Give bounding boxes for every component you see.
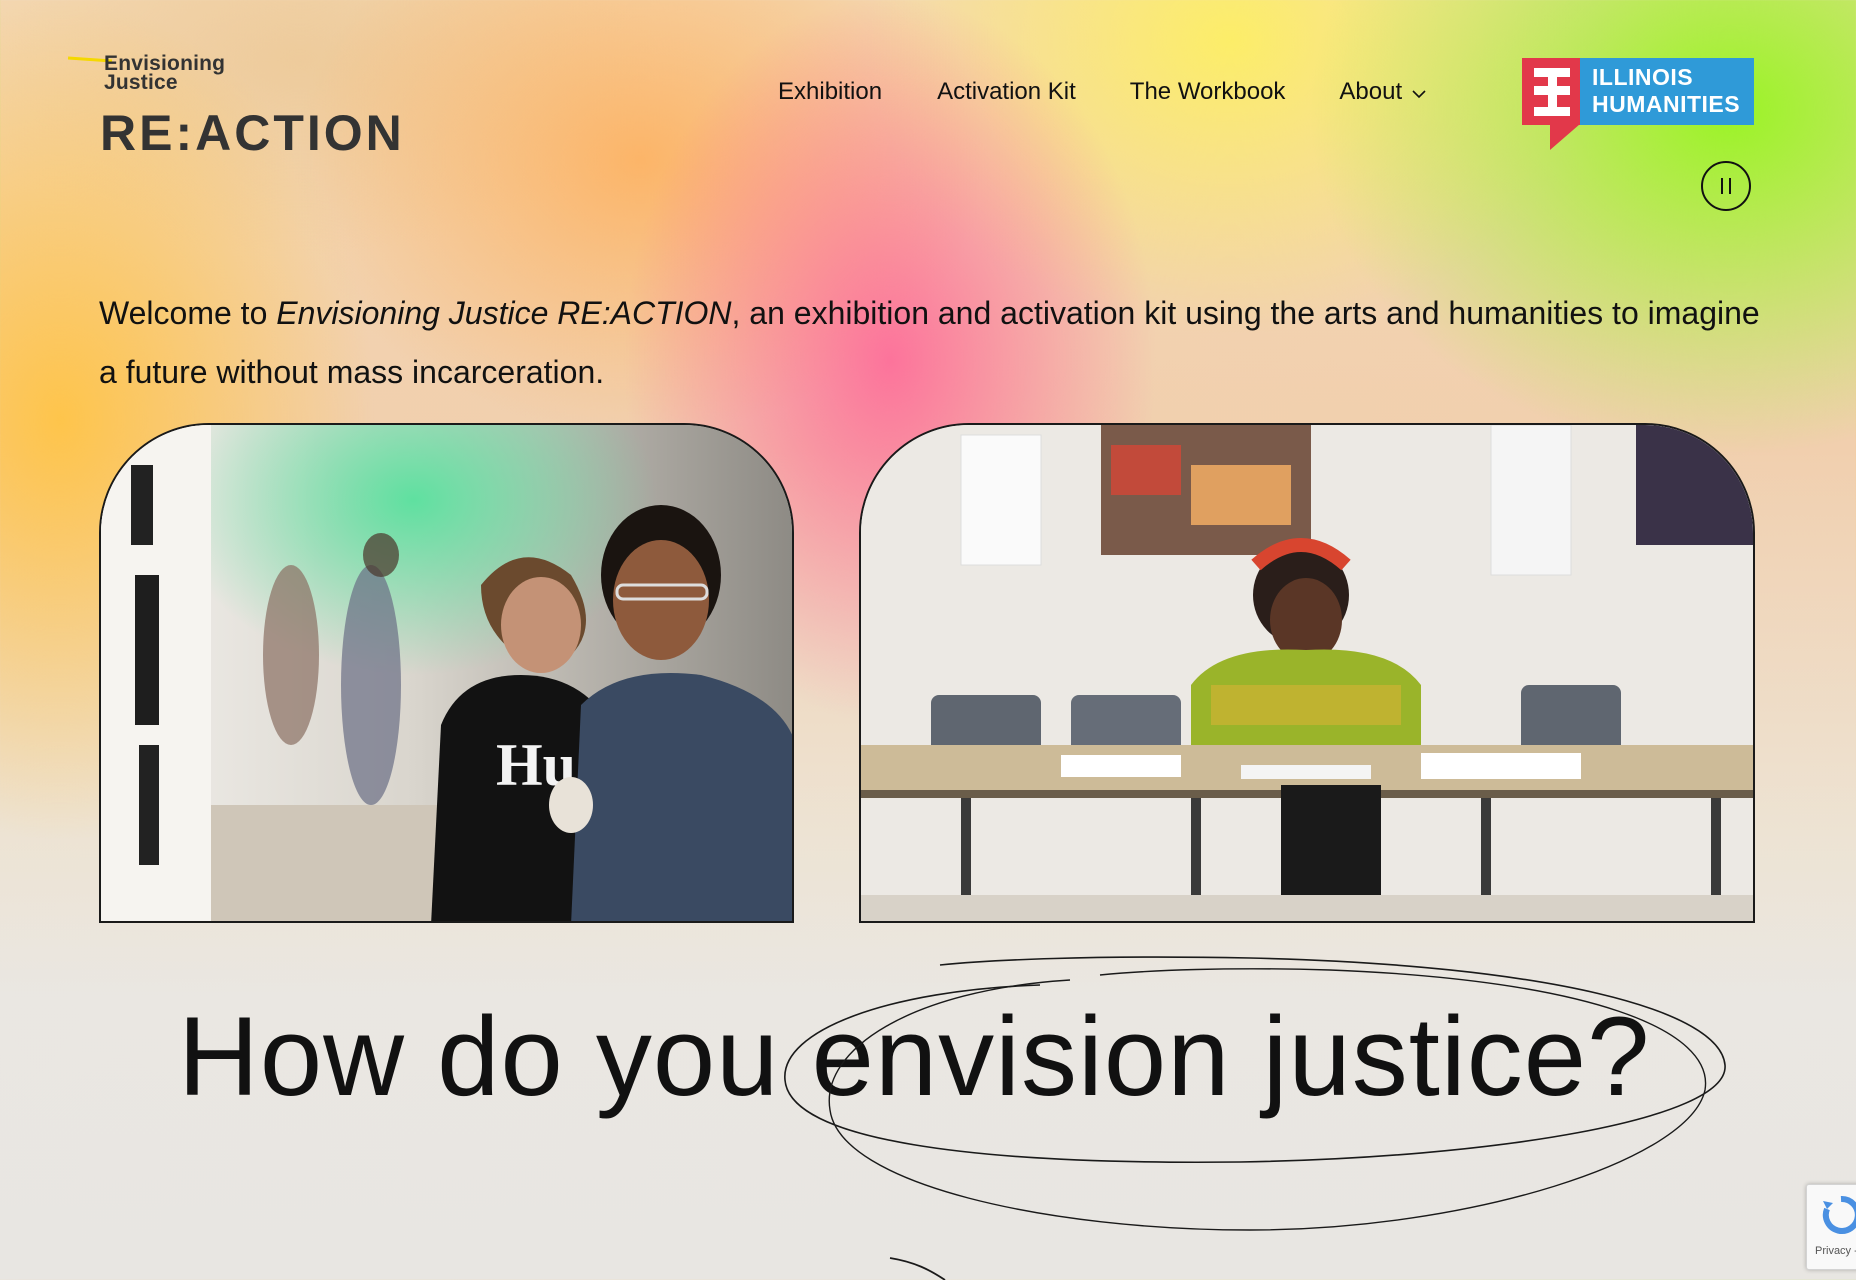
chevron-down-icon (1412, 78, 1426, 106)
photo-illustration (861, 425, 1753, 921)
pause-icon (1721, 178, 1731, 194)
recaptcha-icon (1822, 1195, 1856, 1234)
recaptcha-privacy-label: Privacy - (1815, 1245, 1856, 1257)
nav-activation-kit[interactable]: Activation Kit (937, 78, 1076, 106)
illinois-humanities-logo[interactable]: ILLINOIS HUMANITIES (1522, 58, 1754, 154)
logo-red-tail (1550, 124, 1580, 150)
site-logo[interactable]: Envisioning Justice RE:ACTION (67, 52, 440, 162)
logo-text-humanities: HUMANITIES (1592, 91, 1741, 117)
recaptcha-badge[interactable]: Privacy - (1806, 1184, 1856, 1270)
main-nav: Exhibition Activation Kit The Workbook A… (778, 74, 1426, 110)
logo-text: ILLINOIS HUMANITIES (1592, 64, 1740, 118)
humanities-h-icon (1534, 68, 1570, 116)
workshop-participant-photo (859, 423, 1755, 923)
intro-prefix: Welcome to (99, 295, 277, 331)
nav-exhibition[interactable]: Exhibition (778, 78, 882, 106)
photo-illustration: Hu (101, 425, 792, 921)
logo-reaction: RE:ACTION (100, 105, 405, 161)
intro-title: Envisioning Justice RE:ACTION (276, 295, 732, 331)
nav-about-label: About (1339, 78, 1403, 105)
nav-about[interactable]: About (1339, 78, 1426, 106)
logo-line-justice: Justice (104, 71, 178, 94)
intro-paragraph: Welcome to Envisioning Justice RE:ACTION… (99, 284, 1779, 402)
headline: How do you envision justice? (178, 994, 1651, 1119)
exhibition-visitors-photo: Hu (99, 423, 794, 923)
pause-animation-button[interactable] (1701, 161, 1751, 211)
nav-the-workbook[interactable]: The Workbook (1130, 78, 1286, 106)
logo-text-illinois: ILLINOIS (1592, 64, 1694, 90)
